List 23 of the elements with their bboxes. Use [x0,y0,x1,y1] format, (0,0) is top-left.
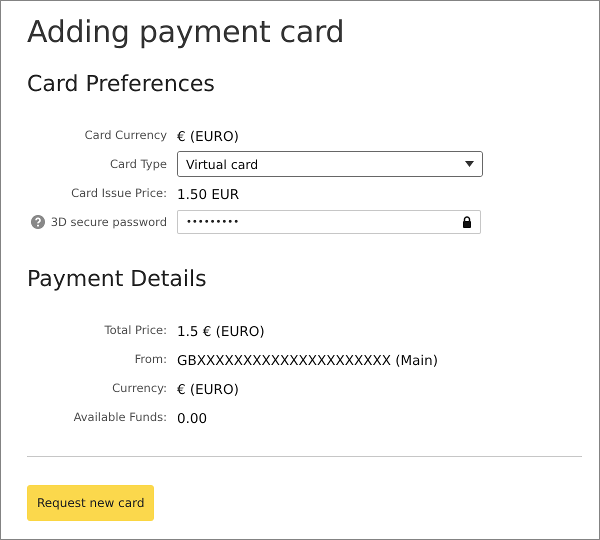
field-label: Card Currency [84,128,167,142]
section-heading: Payment Details [27,267,208,292]
field-value: € (EURO) [177,128,239,144]
field-label: 3D secure password [50,215,167,229]
card-type-dropdown[interactable]: Virtual card [177,151,483,177]
field-value: 0.00 [177,410,208,426]
field-value: 1.50 EUR [177,186,240,202]
field-value: 1.5 € (EURO) [177,324,265,340]
help-icon[interactable] [30,215,45,229]
field-value: GBXXXXXXXXXXXXXXXXXXXXX (Main) [177,352,438,368]
page-title: Adding payment card [27,15,346,50]
caret-icon [465,161,474,167]
field-label: Card Issue Price: [71,186,167,200]
section-heading: Card Preferences [27,72,216,97]
password-field[interactable]: ••••••••• [177,210,481,234]
field-value: € (EURO) [177,382,239,398]
field-label: Available Funds: [74,410,167,424]
field-label: Card Type [110,157,167,171]
field-label: Currency: [112,381,167,395]
field-label: Total Price: [104,323,167,337]
field-label: From: [134,352,167,366]
lock-icon [462,216,472,228]
request-card-button[interactable]: Request new card [27,485,154,521]
